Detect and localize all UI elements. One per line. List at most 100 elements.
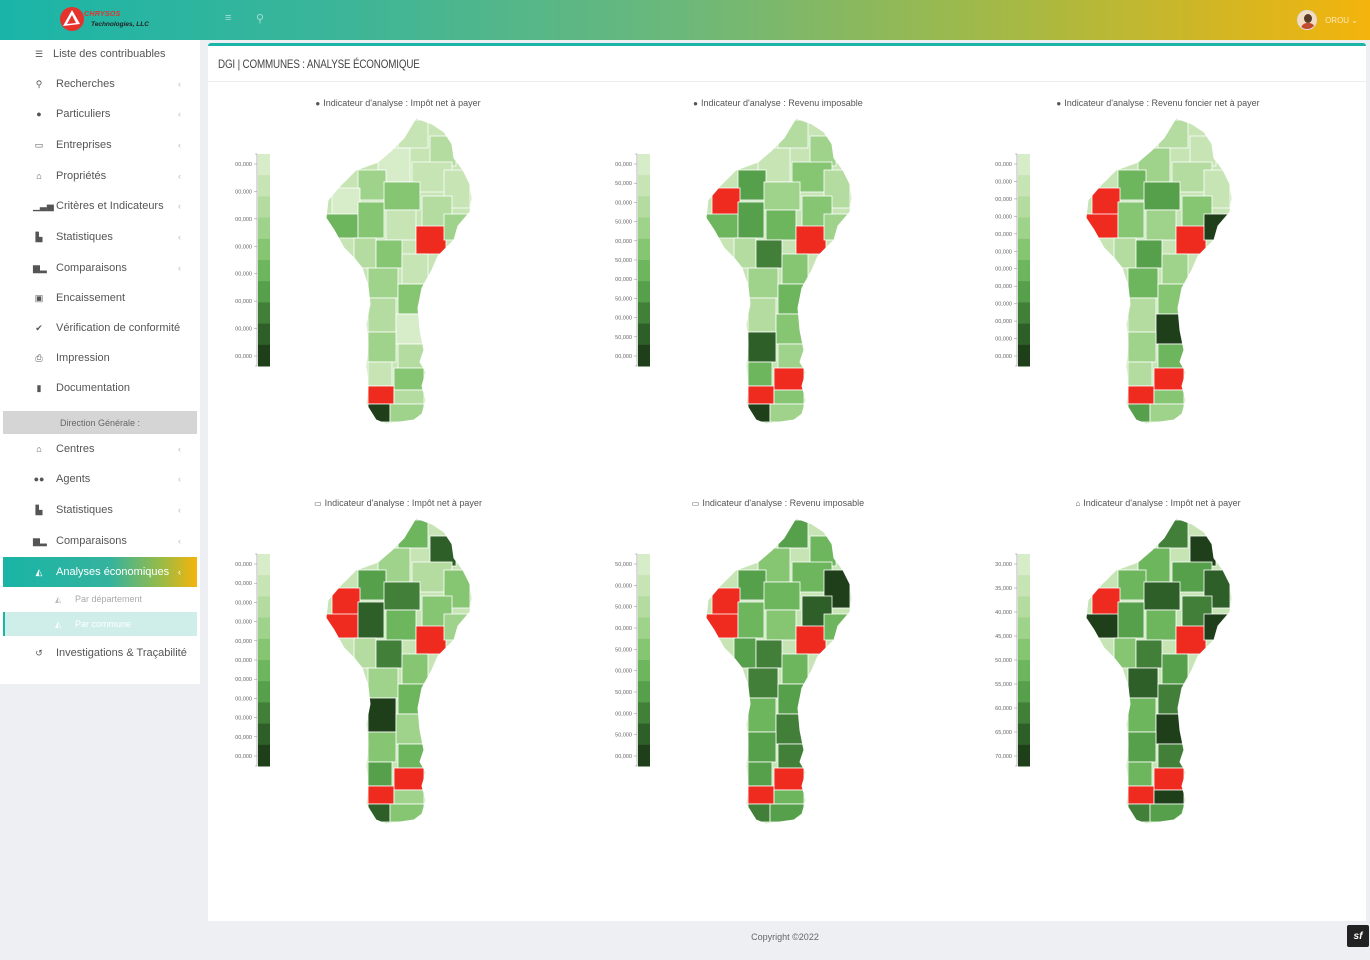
commune-region[interactable] [389, 403, 425, 423]
commune-region[interactable] [773, 789, 805, 805]
commune-region[interactable] [429, 535, 457, 567]
commune-region[interactable] [393, 767, 425, 791]
sidebar-item-statistiques[interactable]: ▙ Statistiques ‹ [0, 223, 197, 251]
sidebar-item-recherches[interactable]: ⚲ Recherches ‹ [0, 70, 197, 98]
commune-region[interactable] [777, 119, 809, 149]
commune-region[interactable] [747, 785, 775, 805]
sidebar-item-investigations[interactable]: ↺ Investigations & Traçabilité [0, 639, 197, 667]
commune-region[interactable] [711, 187, 741, 217]
country-map[interactable] [325, 118, 473, 425]
commune-region[interactable] [389, 803, 425, 823]
commune-region[interactable] [809, 135, 837, 167]
commune-region[interactable] [1127, 761, 1153, 787]
commune-region[interactable] [809, 535, 837, 567]
sidebar-item-proprietes[interactable]: ⌂ Propriétés ‹ [0, 162, 197, 190]
commune-region[interactable] [353, 237, 377, 269]
commune-region[interactable] [367, 331, 397, 363]
commune-region[interactable] [367, 385, 395, 405]
search-icon[interactable]: ⚲ [256, 12, 264, 25]
commune-region[interactable] [795, 625, 827, 655]
sidebar-item-centres[interactable]: ⌂ Centres ‹ [0, 435, 197, 463]
symfony-toolbar-button[interactable]: sf [1347, 925, 1369, 947]
commune-region[interactable] [1161, 253, 1189, 285]
commune-region[interactable] [383, 181, 421, 211]
sidebar-item-analyses-economiques[interactable]: ◭ Analyses économiques ‹ [3, 557, 197, 587]
choropleth-map[interactable]: 30,000 35,000 40,000 45,000 50,000 55,000 60,0… [968, 518, 1348, 888]
sidebar-item-encaissement[interactable]: ▣ Encaissement [0, 284, 197, 312]
commune-region[interactable] [781, 653, 809, 685]
commune-region[interactable] [747, 731, 777, 763]
commune-region[interactable] [747, 697, 777, 733]
company-logo[interactable]: CHRYSOS Technologies, LLC [58, 4, 168, 36]
commune-region[interactable] [1145, 609, 1177, 641]
sidebar-item-documentation[interactable]: ▮ Documentation [0, 374, 197, 402]
commune-region[interactable] [385, 609, 417, 641]
commune-region[interactable] [1117, 201, 1145, 239]
sidebar-item-agents[interactable]: ●● Agents ‹ [0, 465, 197, 493]
commune-region[interactable] [737, 201, 765, 239]
commune-region[interactable] [1189, 135, 1217, 167]
choropleth-map[interactable]: 00,000 00,000 00,000 00,000 00,000 00,000 00,0… [208, 518, 588, 888]
commune-region[interactable] [1135, 639, 1163, 669]
commune-region[interactable] [773, 389, 805, 405]
user-name[interactable]: OROU ⌄ [1325, 16, 1358, 25]
commune-region[interactable] [393, 367, 425, 391]
commune-region[interactable] [755, 639, 783, 669]
avatar[interactable] [1297, 10, 1318, 30]
commune-region[interactable] [397, 519, 429, 549]
commune-region[interactable] [1149, 403, 1185, 423]
commune-region[interactable] [747, 331, 777, 363]
commune-region[interactable] [1117, 569, 1147, 601]
commune-region[interactable] [1149, 803, 1185, 823]
commune-region[interactable] [765, 209, 797, 241]
commune-region[interactable] [763, 581, 801, 611]
commune-region[interactable] [747, 667, 779, 699]
choropleth-map[interactable]: 00,000 00,000 00,000 00,000 00,000 00,000 00,0… [208, 118, 588, 488]
commune-region[interactable] [1153, 389, 1185, 405]
sidebar-subitem-par-commune[interactable]: ◭ Par commune [3, 612, 197, 636]
commune-region[interactable] [367, 667, 399, 699]
commune-region[interactable] [747, 267, 779, 299]
commune-region[interactable] [1153, 367, 1185, 391]
country-map[interactable] [1085, 118, 1233, 425]
sidebar-item-dg-statistiques[interactable]: ▙ Statistiques ‹ [0, 496, 197, 524]
commune-region[interactable] [773, 767, 805, 791]
sidebar-item-dg-comparaisons[interactable]: ▆▂ Comparaisons ‹ [0, 527, 197, 555]
commune-region[interactable] [769, 403, 805, 423]
commune-region[interactable] [1143, 581, 1181, 611]
commune-region[interactable] [1157, 519, 1189, 549]
commune-region[interactable] [763, 181, 801, 211]
commune-region[interactable] [1157, 119, 1189, 149]
sidebar-item-particuliers[interactable]: ● Particuliers ‹ [0, 100, 197, 128]
user-menu[interactable]: OROU ⌄ [1297, 9, 1358, 31]
commune-region[interactable] [1189, 535, 1217, 567]
commune-region[interactable] [1127, 385, 1155, 405]
commune-region[interactable] [747, 761, 773, 787]
commune-region[interactable] [367, 267, 399, 299]
choropleth-map[interactable]: 50,000 00,000 50,000 00,000 50,000 00,000 50,0… [588, 518, 968, 888]
commune-region[interactable] [357, 169, 387, 201]
commune-region[interactable] [711, 587, 741, 617]
commune-region[interactable] [1117, 169, 1147, 201]
commune-region[interactable] [773, 367, 805, 391]
commune-region[interactable] [765, 609, 797, 641]
commune-region[interactable] [795, 225, 827, 255]
sidebar-item-liste-contribuables[interactable]: ☰ Liste des contribuables [0, 40, 197, 68]
commune-region[interactable] [737, 601, 765, 639]
commune-region[interactable] [1113, 637, 1137, 669]
commune-region[interactable] [1113, 237, 1137, 269]
commune-region[interactable] [429, 135, 457, 167]
commune-region[interactable] [777, 519, 809, 549]
commune-region[interactable] [353, 637, 377, 669]
commune-region[interactable] [755, 239, 783, 269]
commune-region[interactable] [393, 789, 425, 805]
commune-region[interactable] [415, 225, 447, 255]
commune-region[interactable] [1117, 601, 1145, 639]
commune-region[interactable] [401, 253, 429, 285]
commune-region[interactable] [375, 239, 403, 269]
commune-region[interactable] [769, 803, 805, 823]
commune-region[interactable] [1143, 181, 1181, 211]
commune-region[interactable] [747, 297, 777, 333]
commune-region[interactable] [1091, 187, 1121, 217]
commune-region[interactable] [393, 389, 425, 405]
